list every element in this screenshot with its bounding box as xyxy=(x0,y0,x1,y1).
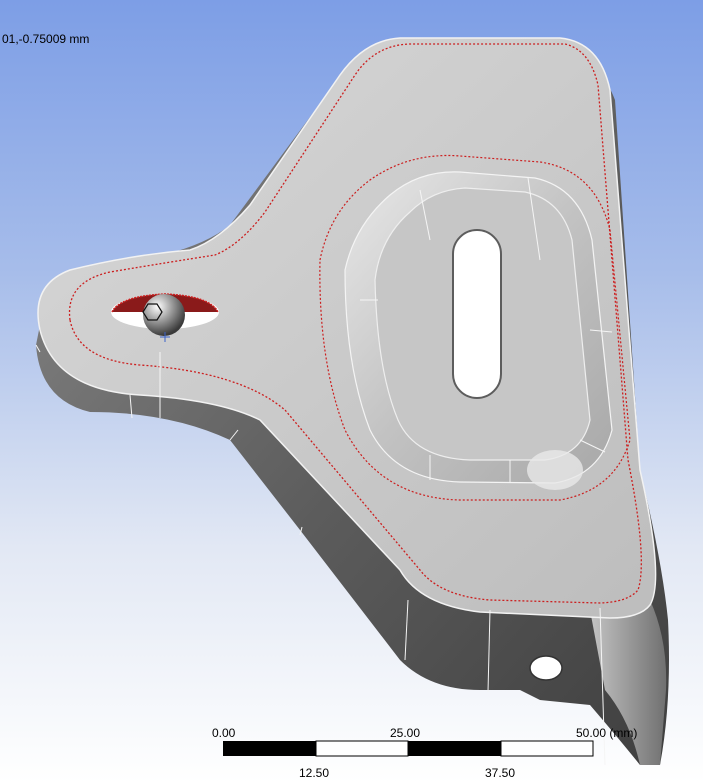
flange-hole[interactable] xyxy=(529,655,563,681)
scale-seg-1 xyxy=(223,741,316,756)
scale-label-12-5: 12.50 xyxy=(299,766,329,780)
scale-bar: 0.00 25.00 50.00 (mm) 12.50 37.50 xyxy=(212,726,637,780)
scale-label-50: 50.00 (mm) xyxy=(576,726,637,740)
scale-label-37-5: 37.50 xyxy=(485,766,515,780)
scale-seg-4 xyxy=(500,740,594,757)
scale-seg-3 xyxy=(408,741,501,756)
boss-highlight xyxy=(527,450,583,490)
scale-label-25: 25.00 xyxy=(390,726,420,740)
scale-seg-2 xyxy=(315,740,409,757)
model-canvas[interactable]: 0.00 25.00 50.00 (mm) 12.50 37.50 xyxy=(0,0,703,783)
graphics-viewport[interactable]: 01,-0.75009 mm 0.00 25.00 50.00 (mm) 12.… xyxy=(0,0,703,783)
slot-hole[interactable] xyxy=(452,229,502,399)
probe-sphere[interactable] xyxy=(143,294,185,336)
scale-label-0: 0.00 xyxy=(212,726,236,740)
